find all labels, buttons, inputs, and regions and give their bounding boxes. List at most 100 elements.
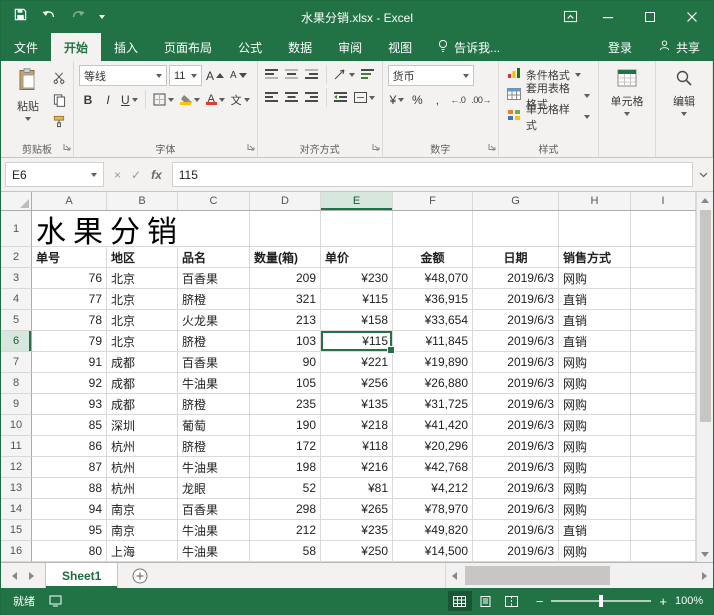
cell-A6[interactable]: 79 bbox=[32, 331, 107, 352]
cell-B6[interactable]: 北京 bbox=[107, 331, 178, 352]
col-header-D[interactable]: D bbox=[250, 192, 321, 210]
cell-G3[interactable]: 2019/6/3 bbox=[473, 268, 559, 289]
cell-D15[interactable]: 212 bbox=[250, 520, 321, 541]
col-header-A[interactable]: A bbox=[32, 192, 107, 210]
cell-D1[interactable] bbox=[250, 211, 321, 247]
new-sheet-button[interactable] bbox=[132, 563, 148, 588]
cell-H6[interactable]: 直销 bbox=[559, 331, 631, 352]
redo-icon[interactable] bbox=[70, 8, 86, 26]
cell-C14[interactable]: 百香果 bbox=[178, 499, 250, 520]
minimize-button[interactable] bbox=[587, 1, 629, 33]
cell-H10[interactable]: 网购 bbox=[559, 415, 631, 436]
cell-H16[interactable]: 网购 bbox=[559, 541, 631, 562]
next-sheet-icon[interactable] bbox=[29, 571, 34, 580]
orientation-button[interactable] bbox=[332, 65, 357, 84]
row-header-16[interactable]: 16 bbox=[1, 541, 32, 562]
cell-D10[interactable]: 190 bbox=[250, 415, 321, 436]
copy-button[interactable] bbox=[50, 90, 68, 109]
cell-C8[interactable]: 牛油果 bbox=[178, 373, 250, 394]
cut-button[interactable] bbox=[50, 68, 68, 87]
cell-C16[interactable]: 牛油果 bbox=[178, 541, 250, 562]
cell-F14[interactable]: ¥78,970 bbox=[393, 499, 473, 520]
row-header-10[interactable]: 10 bbox=[1, 415, 32, 436]
col-header-F[interactable]: F bbox=[393, 192, 473, 210]
vertical-scroll-thumb[interactable] bbox=[699, 210, 711, 422]
cell-F12[interactable]: ¥42,768 bbox=[393, 457, 473, 478]
cell-H4[interactable]: 直销 bbox=[559, 289, 631, 310]
cell-E15[interactable]: ¥235 bbox=[321, 520, 393, 541]
cell-G5[interactable]: 2019/6/3 bbox=[473, 310, 559, 331]
row-header-12[interactable]: 12 bbox=[1, 457, 32, 478]
cell-I5[interactable] bbox=[631, 310, 696, 331]
save-icon[interactable] bbox=[13, 7, 28, 27]
decrease-font-button[interactable]: A bbox=[228, 66, 249, 85]
cell-E3[interactable]: ¥230 bbox=[321, 268, 393, 289]
cell-A12[interactable]: 87 bbox=[32, 457, 107, 478]
tab-view[interactable]: 视图 bbox=[375, 33, 425, 61]
scroll-up-icon[interactable] bbox=[697, 192, 713, 208]
cell-E6[interactable]: ¥115 bbox=[321, 331, 395, 354]
cell-I6[interactable] bbox=[631, 331, 696, 352]
cell-D13[interactable]: 52 bbox=[250, 478, 321, 499]
cell-F2[interactable]: 金额 bbox=[393, 247, 473, 268]
normal-view-button[interactable] bbox=[447, 591, 472, 611]
font-name-select[interactable]: 等线 bbox=[79, 65, 167, 86]
cell-G2[interactable]: 日期 bbox=[473, 247, 559, 268]
enter-button[interactable]: ✓ bbox=[131, 168, 141, 182]
col-header-E[interactable]: E bbox=[321, 192, 393, 210]
number-dialog-launcher-icon[interactable] bbox=[488, 143, 496, 154]
cell-G11[interactable]: 2019/6/3 bbox=[473, 436, 559, 457]
cell-F8[interactable]: ¥26,880 bbox=[393, 373, 473, 394]
cell-F13[interactable]: ¥4,212 bbox=[393, 478, 473, 499]
cell-F3[interactable]: ¥48,070 bbox=[393, 268, 473, 289]
cell-A9[interactable]: 93 bbox=[32, 394, 107, 415]
cell-B12[interactable]: 杭州 bbox=[107, 457, 178, 478]
cell-E12[interactable]: ¥216 bbox=[321, 457, 393, 478]
cell-F15[interactable]: ¥49,820 bbox=[393, 520, 473, 541]
cell-D14[interactable]: 298 bbox=[250, 499, 321, 520]
name-box-dropdown-icon[interactable] bbox=[91, 172, 97, 177]
decrease-decimal-button[interactable]: .00→ bbox=[469, 90, 493, 109]
cell-B3[interactable]: 北京 bbox=[107, 268, 178, 289]
cell-I15[interactable] bbox=[631, 520, 696, 541]
cell-G7[interactable]: 2019/6/3 bbox=[473, 352, 559, 373]
cell-A13[interactable]: 88 bbox=[32, 478, 107, 499]
cell-D11[interactable]: 172 bbox=[250, 436, 321, 457]
cell-A10[interactable]: 85 bbox=[32, 415, 107, 436]
cell-F6[interactable]: ¥11,845 bbox=[393, 331, 473, 352]
cell-I4[interactable] bbox=[631, 289, 696, 310]
cell-C11[interactable]: 脐橙 bbox=[178, 436, 250, 457]
cell-G15[interactable]: 2019/6/3 bbox=[473, 520, 559, 541]
cell-C7[interactable]: 百香果 bbox=[178, 352, 250, 373]
cell-D9[interactable]: 235 bbox=[250, 394, 321, 415]
cell-A1[interactable]: 水果分销 bbox=[32, 211, 250, 249]
cell-C9[interactable]: 脐橙 bbox=[178, 394, 250, 415]
cell-B10[interactable]: 深圳 bbox=[107, 415, 178, 436]
cell-A3[interactable]: 76 bbox=[32, 268, 107, 289]
font-color-button[interactable]: A bbox=[204, 90, 227, 109]
cell-H9[interactable]: 网购 bbox=[559, 394, 631, 415]
expand-formula-bar-icon[interactable] bbox=[693, 158, 713, 191]
cell-G4[interactable]: 2019/6/3 bbox=[473, 289, 559, 310]
tab-review[interactable]: 审阅 bbox=[325, 33, 375, 61]
vertical-scrollbar[interactable] bbox=[696, 192, 713, 562]
cell-G6[interactable]: 2019/6/3 bbox=[473, 331, 559, 352]
tab-formulas[interactable]: 公式 bbox=[225, 33, 275, 61]
cell-C5[interactable]: 火龙果 bbox=[178, 310, 250, 331]
col-header-B[interactable]: B bbox=[107, 192, 178, 210]
formula-input[interactable]: 115 bbox=[171, 162, 693, 187]
cell-D3[interactable]: 209 bbox=[250, 268, 321, 289]
cell-D12[interactable]: 198 bbox=[250, 457, 321, 478]
customize-qat-icon[interactable] bbox=[99, 15, 105, 19]
cell-B4[interactable]: 北京 bbox=[107, 289, 178, 310]
tab-file[interactable]: 文件 bbox=[1, 33, 51, 61]
row-header-9[interactable]: 9 bbox=[1, 394, 32, 415]
align-center-icon[interactable] bbox=[283, 88, 301, 107]
decrease-indent-icon[interactable] bbox=[332, 88, 350, 107]
maximize-button[interactable] bbox=[629, 1, 671, 33]
cell-I8[interactable] bbox=[631, 373, 696, 394]
sheet-tab-sheet1[interactable]: Sheet1 bbox=[45, 563, 119, 588]
zoom-slider[interactable] bbox=[551, 595, 652, 607]
cell-B16[interactable]: 上海 bbox=[107, 541, 178, 562]
row-header-2[interactable]: 2 bbox=[1, 247, 32, 268]
